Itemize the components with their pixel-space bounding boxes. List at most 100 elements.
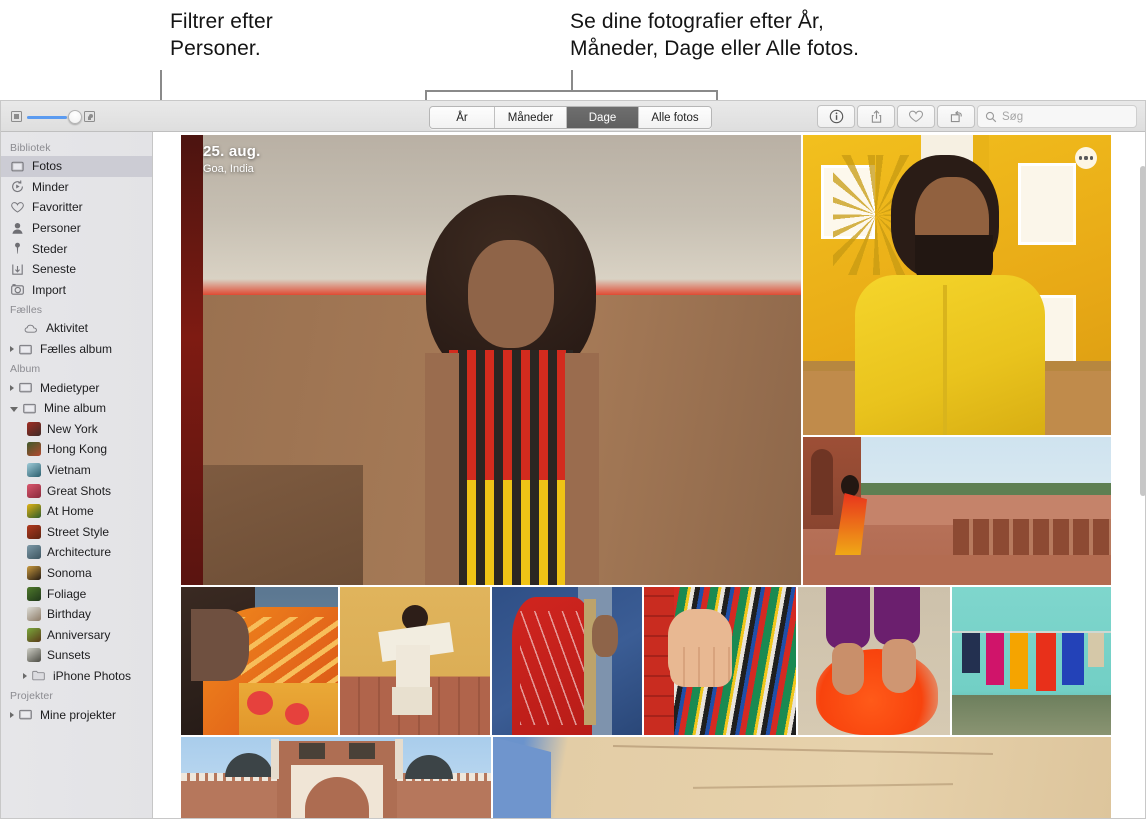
sidebar-item-personer[interactable]: Personer bbox=[1, 218, 152, 239]
chevron-right-icon[interactable] bbox=[10, 711, 14, 718]
sidebar-item-label: At Home bbox=[47, 504, 94, 519]
photo-woman-striped-dress-red-wall[interactable]: 25. aug. Goa, India bbox=[181, 135, 801, 585]
share-icon bbox=[871, 110, 881, 123]
sidebar-item-label: Personer bbox=[32, 221, 81, 236]
sidebar-item-aktivitet[interactable]: Fælles album Aktivitet bbox=[1, 318, 152, 339]
sidebar-album-item[interactable]: Sunsets bbox=[1, 645, 152, 666]
sidebar-item-favoritter[interactable]: Favoritter bbox=[1, 197, 152, 218]
photo-woman-white-sari-spinning[interactable] bbox=[340, 587, 490, 735]
album-list[interactable]: New York Hong Kong Vietnam Great Shots At Ho… bbox=[1, 419, 152, 666]
sidebar-item-label: Fotos bbox=[32, 159, 63, 174]
import-icon bbox=[11, 284, 24, 296]
photo-sandstone-wall-sky[interactable] bbox=[493, 737, 1111, 818]
chevron-right-icon[interactable] bbox=[10, 384, 14, 391]
sidebar-item-label: Import bbox=[32, 282, 67, 297]
photo-feet-orange-powder[interactable] bbox=[798, 587, 950, 735]
share-button[interactable] bbox=[857, 105, 895, 128]
thumbnail-zoom-slider[interactable] bbox=[11, 110, 95, 124]
sidebar-item-label: Hong Kong bbox=[47, 442, 108, 457]
photo-woman-red-sari-blue-wall[interactable] bbox=[492, 587, 642, 735]
recents-icon bbox=[12, 264, 23, 275]
tab-ar[interactable]: År bbox=[430, 107, 495, 128]
sidebar-album-item[interactable]: Architecture bbox=[1, 542, 152, 563]
sidebar-item-iphone-photos[interactable]: iPhone Photos bbox=[1, 666, 152, 687]
sidebar-item-steder[interactable]: Steder bbox=[1, 238, 152, 259]
sidebar-item-fotos[interactable]: Fotos bbox=[1, 156, 152, 177]
album-thumbnail bbox=[27, 545, 41, 560]
pin-icon bbox=[15, 242, 20, 254]
sidebar-album-item[interactable]: Sonoma bbox=[1, 563, 152, 584]
search-placeholder: Søg bbox=[1002, 110, 1024, 123]
heart-icon bbox=[11, 202, 24, 213]
tab-dage[interactable]: Dage bbox=[567, 107, 639, 128]
sidebar-item-label: Vietnam bbox=[47, 463, 91, 478]
tab-alle-fotos[interactable]: Alle fotos bbox=[639, 107, 711, 128]
info-button[interactable] bbox=[817, 105, 855, 128]
zoom-slider-knob[interactable] bbox=[68, 110, 82, 124]
album-thumbnail bbox=[27, 607, 41, 622]
sidebar-item-label: Anniversary bbox=[47, 627, 111, 642]
toolbar: År Måneder Dage Alle fotos Søg bbox=[1, 101, 1145, 132]
sidebar-item-label: Great Shots bbox=[47, 483, 112, 498]
callout-line-views-vertical bbox=[571, 70, 573, 92]
sidebar-item-mine-album[interactable]: Mine album bbox=[1, 398, 152, 419]
folder-icon bbox=[23, 403, 36, 414]
sidebar-item-label: Minder bbox=[32, 179, 69, 194]
search-input[interactable]: Søg bbox=[977, 105, 1137, 128]
large-thumbnail-icon bbox=[84, 111, 95, 122]
chevron-right-icon[interactable] bbox=[23, 672, 27, 679]
photo-woman-red-sari-taj-terrace[interactable] bbox=[803, 437, 1111, 585]
sidebar-item-label: Mine projekter bbox=[40, 707, 117, 722]
chevron-down-icon[interactable] bbox=[10, 406, 18, 412]
sidebar-item-faelles-album[interactable]: Fælles album bbox=[1, 339, 152, 360]
sidebar-album-item[interactable]: Birthday bbox=[1, 604, 152, 625]
view-mode-segmented-control[interactable]: År Måneder Dage Alle fotos bbox=[429, 106, 712, 129]
chevron-right-icon[interactable] bbox=[10, 346, 14, 353]
more-options-button[interactable] bbox=[1075, 147, 1097, 169]
small-thumbnail-icon bbox=[11, 111, 22, 122]
vertical-scrollbar[interactable] bbox=[1140, 166, 1145, 496]
photo-hand-on-striped-fabric[interactable] bbox=[644, 587, 796, 735]
photo-man-yellow-kurta[interactable] bbox=[803, 135, 1111, 435]
rotate-button[interactable] bbox=[937, 105, 975, 128]
sidebar-item-minder[interactable]: Minder bbox=[1, 177, 152, 198]
album-thumbnail bbox=[27, 565, 41, 580]
cloud-icon bbox=[24, 324, 37, 333]
sidebar-item-label: New York bbox=[47, 421, 98, 436]
sidebar-item-label: Fælles album bbox=[40, 342, 113, 357]
sidebar-item-medietyper[interactable]: Medietyper bbox=[1, 377, 152, 398]
heart-icon bbox=[908, 110, 924, 123]
favorite-button[interactable] bbox=[897, 105, 935, 128]
sidebar-item-mine-projekter[interactable]: Mine projekter bbox=[1, 704, 152, 725]
callout-view-modes: Se dine fotografier efter År, Måneder, D… bbox=[570, 10, 860, 60]
sidebar[interactable]: Bibliotek Fotos Minder Favoritter Person… bbox=[1, 132, 153, 818]
sidebar-album-item[interactable]: Street Style bbox=[1, 522, 152, 543]
more-options-icon bbox=[1078, 156, 1082, 160]
sidebar-album-item[interactable]: Vietnam bbox=[1, 460, 152, 481]
sidebar-item-label: Favoritter bbox=[32, 200, 83, 215]
sidebar-album-item[interactable]: New York bbox=[1, 419, 152, 440]
photo-mughal-monument-domes[interactable] bbox=[181, 737, 491, 818]
sidebar-item-import[interactable]: Import bbox=[1, 280, 152, 301]
photo-laundry-teal-wall[interactable] bbox=[952, 587, 1111, 735]
photo-woman-orange-headscarf[interactable] bbox=[181, 587, 338, 735]
folder-icon bbox=[32, 671, 45, 681]
album-thumbnail bbox=[27, 586, 41, 601]
sidebar-section-album: Album bbox=[10, 363, 41, 376]
sidebar-album-item[interactable]: Great Shots bbox=[1, 480, 152, 501]
album-thumbnail bbox=[27, 504, 41, 519]
photos-app-window: År Måneder Dage Alle fotos Søg Bibliotek… bbox=[0, 100, 1146, 819]
album-thumbnail bbox=[27, 627, 41, 642]
photo-grid[interactable]: 25. aug. Goa, India bbox=[154, 132, 1145, 818]
sidebar-item-label: Aktivitet bbox=[46, 321, 89, 336]
sidebar-album-item[interactable]: Anniversary bbox=[1, 624, 152, 645]
search-icon bbox=[985, 111, 997, 122]
sidebar-album-item[interactable]: Hong Kong bbox=[1, 439, 152, 460]
sidebar-item-label: Foliage bbox=[47, 586, 87, 601]
sidebar-album-item[interactable]: At Home bbox=[1, 501, 152, 522]
sidebar-album-item[interactable]: Foliage bbox=[1, 583, 152, 604]
tab-maneder[interactable]: Måneder bbox=[495, 107, 567, 128]
sidebar-item-label: Birthday bbox=[47, 607, 92, 622]
sidebar-item-seneste[interactable]: Seneste bbox=[1, 259, 152, 280]
day-header: 25. aug. Goa, India bbox=[203, 143, 260, 175]
